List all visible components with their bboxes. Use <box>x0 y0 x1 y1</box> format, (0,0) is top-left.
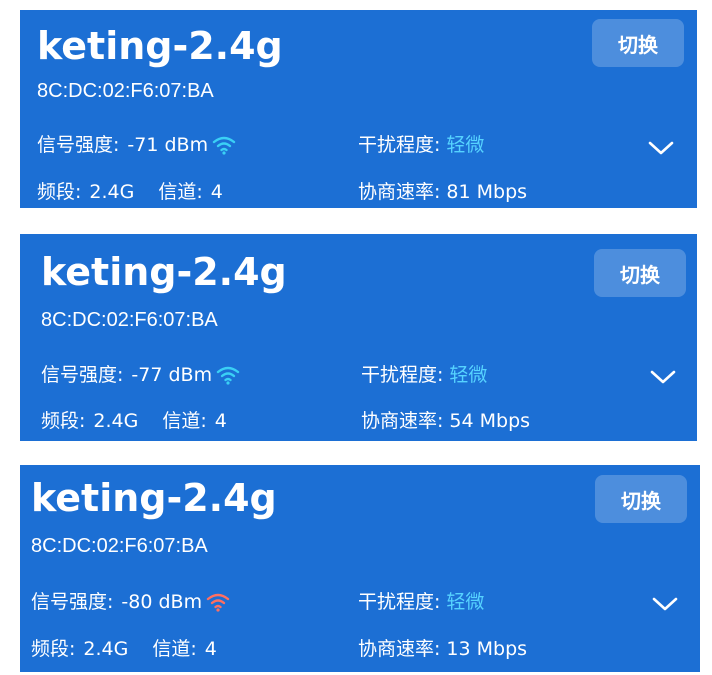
rate-label: 协商速率: <box>358 181 441 203</box>
signal-value: -80 dBm <box>121 591 203 613</box>
band-value: 2.4G <box>93 410 139 432</box>
signal-label: 信号强度: <box>37 134 120 156</box>
rate-label: 协商速率: <box>358 638 441 660</box>
wifi-card: keting-2.4g 8C:DC:02:F6:07:BA 切换 信号强度: -… <box>20 465 700 672</box>
switch-button[interactable]: 切换 <box>592 19 684 67</box>
interference-value: 轻微 <box>446 591 485 613</box>
wifi-card: keting-2.4g 8C:DC:02:F6:07:BA 切换 信号强度: -… <box>20 234 697 441</box>
rate-value: 54 Mbps <box>449 410 531 432</box>
band-value: 2.4G <box>89 181 135 203</box>
rate-label: 协商速率: <box>361 410 444 432</box>
switch-button[interactable]: 切换 <box>594 249 686 297</box>
band-label: 频段: <box>31 638 76 660</box>
wifi-signal-icon <box>212 136 236 155</box>
ssid-title: keting-2.4g <box>37 24 283 68</box>
signal-row: 信号强度: -80 dBm <box>31 590 230 614</box>
channel-value: 4 <box>210 181 223 203</box>
interference-label: 干扰程度: <box>358 134 441 156</box>
band-value: 2.4G <box>83 638 129 660</box>
interference-row: 干扰程度: 轻微 <box>361 363 487 387</box>
chevron-down-icon[interactable] <box>648 367 678 387</box>
signal-label: 信号强度: <box>31 591 114 613</box>
mac-address: 8C:DC:02:F6:07:BA <box>31 535 208 557</box>
channel-value: 4 <box>204 638 217 660</box>
ssid-title: keting-2.4g <box>41 250 287 294</box>
wifi-card: keting-2.4g 8C:DC:02:F6:07:BA 切换 信号强度: -… <box>20 10 697 208</box>
band-label: 频段: <box>37 181 82 203</box>
interference-label: 干扰程度: <box>361 364 444 386</box>
rate-value: 81 Mbps <box>446 181 528 203</box>
signal-value: -71 dBm <box>127 134 209 156</box>
signal-value: -77 dBm <box>131 364 213 386</box>
channel-value: 4 <box>214 410 227 432</box>
band-label: 频段: <box>41 410 86 432</box>
channel-label: 信道: <box>152 638 197 660</box>
band-channel-row: 频段: 2.4G 信道: 4 <box>31 637 217 661</box>
band-channel-row: 频段: 2.4G 信道: 4 <box>37 180 223 204</box>
band-channel-row: 频段: 2.4G 信道: 4 <box>41 409 227 433</box>
interference-value: 轻微 <box>449 364 488 386</box>
rate-row: 协商速率: 81 Mbps <box>358 180 527 204</box>
rate-row: 协商速率: 54 Mbps <box>361 409 530 433</box>
interference-row: 干扰程度: 轻微 <box>358 133 484 157</box>
signal-label: 信号强度: <box>41 364 124 386</box>
channel-label: 信道: <box>162 410 207 432</box>
mac-address: 8C:DC:02:F6:07:BA <box>37 80 214 102</box>
interference-row: 干扰程度: 轻微 <box>358 590 484 614</box>
interference-label: 干扰程度: <box>358 591 441 613</box>
rate-value: 13 Mbps <box>446 638 528 660</box>
interference-value: 轻微 <box>446 134 485 156</box>
ssid-title: keting-2.4g <box>31 476 277 520</box>
signal-row: 信号强度: -71 dBm <box>37 133 236 157</box>
mac-address: 8C:DC:02:F6:07:BA <box>41 309 218 331</box>
wifi-signal-icon <box>206 593 230 612</box>
chevron-down-icon[interactable] <box>646 138 676 158</box>
wifi-signal-icon <box>216 366 240 385</box>
channel-label: 信道: <box>158 181 203 203</box>
rate-row: 协商速率: 13 Mbps <box>358 637 527 661</box>
switch-button[interactable]: 切换 <box>595 475 687 523</box>
signal-row: 信号强度: -77 dBm <box>41 363 240 387</box>
chevron-down-icon[interactable] <box>650 594 680 614</box>
